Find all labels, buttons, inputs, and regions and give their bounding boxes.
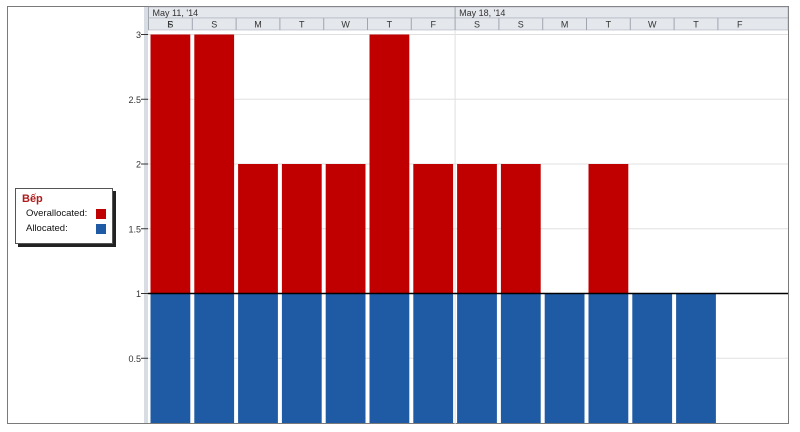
timescale-header: May 11, '14 May 18, '14FS S M T W T F S S M T W T F xyxy=(147,6,789,31)
bar-allocated xyxy=(150,293,191,423)
bar-allocated xyxy=(588,293,629,423)
bar-allocated xyxy=(457,293,497,423)
bar-overallocated xyxy=(369,34,410,294)
day-label: T xyxy=(299,20,305,30)
y-tick-label: 2 xyxy=(136,160,141,170)
bar-overallocated xyxy=(194,34,235,294)
bar-allocated xyxy=(194,293,235,423)
legend-resource-name: Bếp xyxy=(22,193,43,205)
bar-allocated xyxy=(238,293,278,423)
legend-overallocated-label: Overallocated: xyxy=(26,208,88,219)
bar-overallocated xyxy=(238,164,278,294)
legend-allocated: Allocated: xyxy=(22,221,106,236)
y-tick-label: 3 xyxy=(136,30,141,40)
bar-overallocated xyxy=(457,164,497,294)
bar-allocated xyxy=(413,293,454,423)
bar-allocated xyxy=(281,293,322,423)
day-label: T xyxy=(693,20,699,30)
bar-overallocated xyxy=(500,164,541,294)
day-label: F xyxy=(430,20,436,30)
legend-overallocated-swatch xyxy=(96,208,106,219)
legend-allocated-label: Allocated: xyxy=(26,223,68,234)
bar-overallocated xyxy=(281,164,322,294)
y-tick-label: 0.5 xyxy=(128,354,141,364)
bar-allocated xyxy=(676,293,716,423)
y-tick-label: 2.5 xyxy=(128,95,141,105)
legend-allocated-swatch xyxy=(96,223,106,234)
day-row xyxy=(147,17,789,31)
bar-allocated xyxy=(632,293,673,423)
legend: Bếp Overallocated: Allocated: xyxy=(15,188,113,244)
day-label: S xyxy=(474,20,480,30)
day-label: S xyxy=(167,20,173,30)
y-tick-label: 1.5 xyxy=(128,224,141,234)
day-label: S xyxy=(211,20,217,30)
week-label: May 18, '14 xyxy=(459,8,505,18)
bar-overallocated xyxy=(325,164,366,294)
bar-overallocated xyxy=(588,164,629,294)
day-label: M xyxy=(561,20,569,30)
day-label: W xyxy=(648,20,657,30)
week-label: May 11, '14 xyxy=(153,8,199,18)
day-label: F xyxy=(737,20,743,30)
day-label: M xyxy=(254,20,262,30)
day-label: T xyxy=(387,20,393,30)
day-label: W xyxy=(341,20,350,30)
bar-allocated xyxy=(325,293,366,423)
bar-overallocated xyxy=(150,34,191,294)
bar-allocated xyxy=(500,293,541,423)
axis-divider xyxy=(144,7,148,423)
bar-allocated xyxy=(369,293,410,423)
bar-overallocated xyxy=(413,164,454,294)
legend-overallocated: Overallocated: xyxy=(22,206,106,221)
resource-graph-chart: May 11, '14 May 18, '14FS S M T W T F S S M T W T F 0.… xyxy=(128,6,789,424)
y-tick-label: 1 xyxy=(136,289,141,299)
bar-allocated xyxy=(544,293,585,423)
day-label: T xyxy=(606,20,612,30)
day-label: S xyxy=(518,20,524,30)
